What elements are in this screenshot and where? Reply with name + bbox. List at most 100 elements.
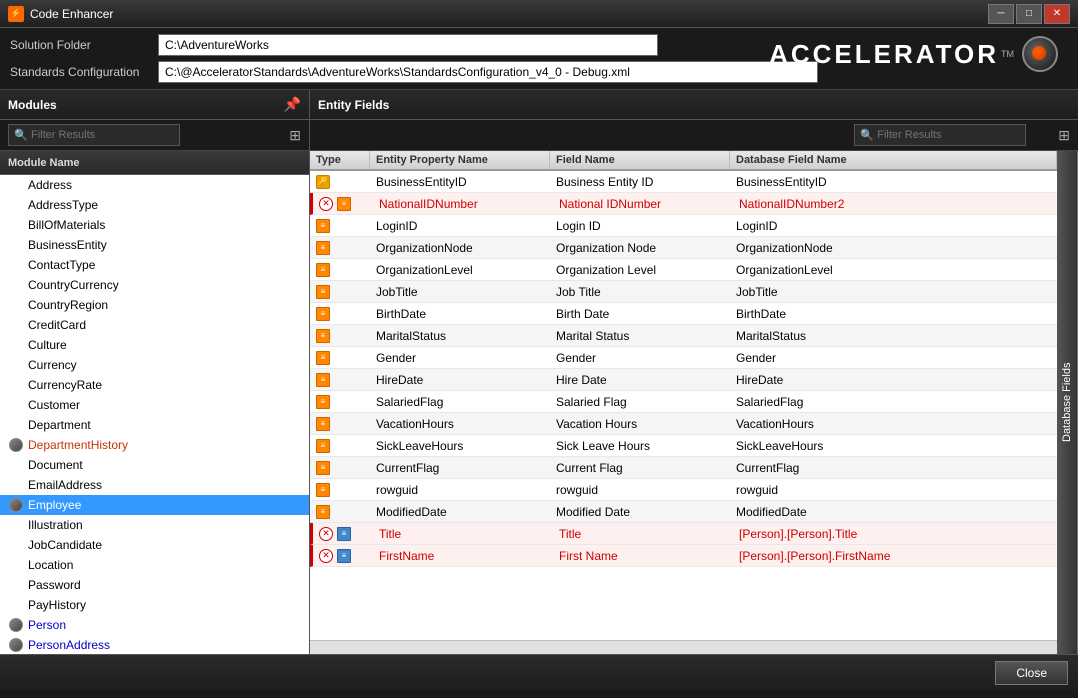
table-row[interactable]: ✕≡ FirstName First Name [Person].[Person… bbox=[310, 545, 1057, 567]
field-icon: ≡ bbox=[316, 505, 330, 519]
cell-epname: FirstName bbox=[373, 547, 553, 565]
module-item[interactable]: CountryCurrency bbox=[0, 275, 309, 295]
module-item[interactable]: Password bbox=[0, 575, 309, 595]
module-item[interactable]: DepartmentHistory bbox=[0, 435, 309, 455]
table-row[interactable]: 🔑 BusinessEntityID Business Entity ID Bu… bbox=[310, 171, 1057, 193]
entity-content: Type Entity Property Name Field Name Dat… bbox=[310, 151, 1057, 654]
entity-columns-button[interactable]: ⊞ bbox=[1058, 127, 1070, 144]
table-row[interactable]: ≡ SalariedFlag Salaried Flag SalariedFla… bbox=[310, 391, 1057, 413]
maximize-button[interactable]: □ bbox=[1016, 4, 1042, 24]
module-item[interactable]: PersonAddress bbox=[0, 635, 309, 654]
minimize-button[interactable]: ─ bbox=[988, 4, 1014, 24]
cell-fname: Login ID bbox=[550, 217, 730, 235]
module-item[interactable]: Customer bbox=[0, 395, 309, 415]
field-icon: ≡ bbox=[316, 351, 330, 365]
table-row[interactable]: ≡ HireDate Hire Date HireDate bbox=[310, 369, 1057, 391]
error-icon: ✕ bbox=[319, 527, 333, 541]
cell-dbname: BusinessEntityID bbox=[730, 173, 1057, 191]
table-row[interactable]: ≡ Gender Gender Gender bbox=[310, 347, 1057, 369]
field-icon: ≡ bbox=[316, 395, 330, 409]
cell-fname: rowguid bbox=[550, 481, 730, 499]
modules-columns-button[interactable]: ⊞ bbox=[289, 127, 301, 144]
cell-type: ✕≡ bbox=[313, 195, 373, 213]
solution-folder-label: Solution Folder bbox=[10, 38, 150, 52]
table-row[interactable]: ≡ LoginID Login ID LoginID bbox=[310, 215, 1057, 237]
field-icon: ≡ bbox=[316, 263, 330, 277]
table-row[interactable]: ≡ OrganizationNode Organization Node Org… bbox=[310, 237, 1057, 259]
entity-filter-input[interactable] bbox=[854, 124, 1026, 146]
standards-config-input[interactable] bbox=[158, 61, 818, 83]
module-list[interactable]: AddressAddressType BillOfMaterials Busines… bbox=[0, 175, 309, 654]
solution-folder-input[interactable] bbox=[158, 34, 658, 56]
module-group-icon bbox=[8, 617, 24, 633]
close-button[interactable]: Close bbox=[995, 661, 1068, 685]
module-item[interactable]: BillOfMaterials bbox=[0, 215, 309, 235]
standards-config-label: Standards Configuration bbox=[10, 65, 150, 79]
module-item-label: Currency bbox=[28, 358, 77, 372]
table-row[interactable]: ≡ OrganizationLevel Organization Level O… bbox=[310, 259, 1057, 281]
cell-epname: ModifiedDate bbox=[370, 503, 550, 521]
cell-type: ≡ bbox=[310, 481, 370, 499]
module-item[interactable]: Address bbox=[0, 175, 309, 195]
table-row[interactable]: ≡ SickLeaveHours Sick Leave Hours SickLe… bbox=[310, 435, 1057, 457]
cell-epname: MaritalStatus bbox=[370, 327, 550, 345]
cell-epname: OrganizationNode bbox=[370, 239, 550, 257]
module-item[interactable]: EmailAddress bbox=[0, 475, 309, 495]
module-item[interactable]: Document bbox=[0, 455, 309, 475]
module-item[interactable]: BusinessEntity bbox=[0, 235, 309, 255]
cell-dbname: SalariedFlag bbox=[730, 393, 1057, 411]
table-row[interactable]: ≡ BirthDate Birth Date BirthDate bbox=[310, 303, 1057, 325]
module-group-icon bbox=[8, 497, 24, 513]
module-item[interactable]: Department bbox=[0, 415, 309, 435]
main-area: Modules 📌 🔍 ⊞ Module Name AddressAddress… bbox=[0, 90, 1078, 654]
cell-dbname: OrganizationLevel bbox=[730, 261, 1057, 279]
table-row[interactable]: ≡ rowguid rowguid rowguid bbox=[310, 479, 1057, 501]
footer: Close bbox=[0, 654, 1078, 690]
window-controls: ─ □ ✕ bbox=[988, 4, 1070, 24]
module-item[interactable]: Employee bbox=[0, 495, 309, 515]
cell-fname: Title bbox=[553, 525, 733, 543]
module-item[interactable]: JobCandidate bbox=[0, 535, 309, 555]
error-icon: ✕ bbox=[319, 197, 333, 211]
module-item-label: Document bbox=[28, 458, 83, 472]
module-item[interactable]: Person bbox=[0, 615, 309, 635]
cell-fname: Sick Leave Hours bbox=[550, 437, 730, 455]
entity-filter-bar: 🔍 ⊞ bbox=[310, 120, 1078, 151]
module-item[interactable]: ContactType bbox=[0, 255, 309, 275]
module-item-label: BillOfMaterials bbox=[28, 218, 105, 232]
cell-fname: Hire Date bbox=[550, 371, 730, 389]
module-item[interactable]: CountryRegion bbox=[0, 295, 309, 315]
table-row[interactable]: ≡ VacationHours Vacation Hours VacationH… bbox=[310, 413, 1057, 435]
modules-panel-header: Modules 📌 bbox=[0, 90, 309, 120]
module-item[interactable]: CurrencyRate bbox=[0, 375, 309, 395]
table-row[interactable]: ≡ CurrentFlag Current Flag CurrentFlag bbox=[310, 457, 1057, 479]
cell-fname: Gender bbox=[550, 349, 730, 367]
entity-main-area: Type Entity Property Name Field Name Dat… bbox=[310, 151, 1078, 654]
table-row[interactable]: ≡ JobTitle Job Title JobTitle bbox=[310, 281, 1057, 303]
database-fields-tab[interactable]: Database Fields bbox=[1057, 151, 1078, 654]
horizontal-scrollbar[interactable] bbox=[310, 640, 1057, 654]
module-item[interactable]: PayHistory bbox=[0, 595, 309, 615]
table-row[interactable]: ≡ MaritalStatus Marital Status MaritalSt… bbox=[310, 325, 1057, 347]
module-item[interactable]: Culture bbox=[0, 335, 309, 355]
cell-dbname: BirthDate bbox=[730, 305, 1057, 323]
cell-dbname: rowguid bbox=[730, 481, 1057, 499]
module-item[interactable]: Currency bbox=[0, 355, 309, 375]
pin-icon[interactable]: 📌 bbox=[284, 96, 301, 113]
field-icon: ≡ bbox=[316, 439, 330, 453]
table-row[interactable]: ✕≡ NationalIDNumber National IDNumber Na… bbox=[310, 193, 1057, 215]
module-item[interactable]: Location bbox=[0, 555, 309, 575]
close-window-button[interactable]: ✕ bbox=[1044, 4, 1070, 24]
module-item-label: JobCandidate bbox=[28, 538, 102, 552]
module-item[interactable]: CreditCard bbox=[0, 315, 309, 335]
fields-table[interactable]: Type Entity Property Name Field Name Dat… bbox=[310, 151, 1057, 640]
table-row[interactable]: ≡ ModifiedDate Modified Date ModifiedDat… bbox=[310, 501, 1057, 523]
cell-fname: Organization Node bbox=[550, 239, 730, 257]
modules-filter-input[interactable] bbox=[8, 124, 180, 146]
module-item[interactable]: AddressType bbox=[0, 195, 309, 215]
module-item[interactable]: Illustration bbox=[0, 515, 309, 535]
app-title: Code Enhancer bbox=[30, 7, 988, 21]
table-row[interactable]: ✕≡ Title Title [Person].[Person].Title bbox=[310, 523, 1057, 545]
cell-epname: Title bbox=[373, 525, 553, 543]
cell-type: 🔑 bbox=[310, 173, 370, 191]
